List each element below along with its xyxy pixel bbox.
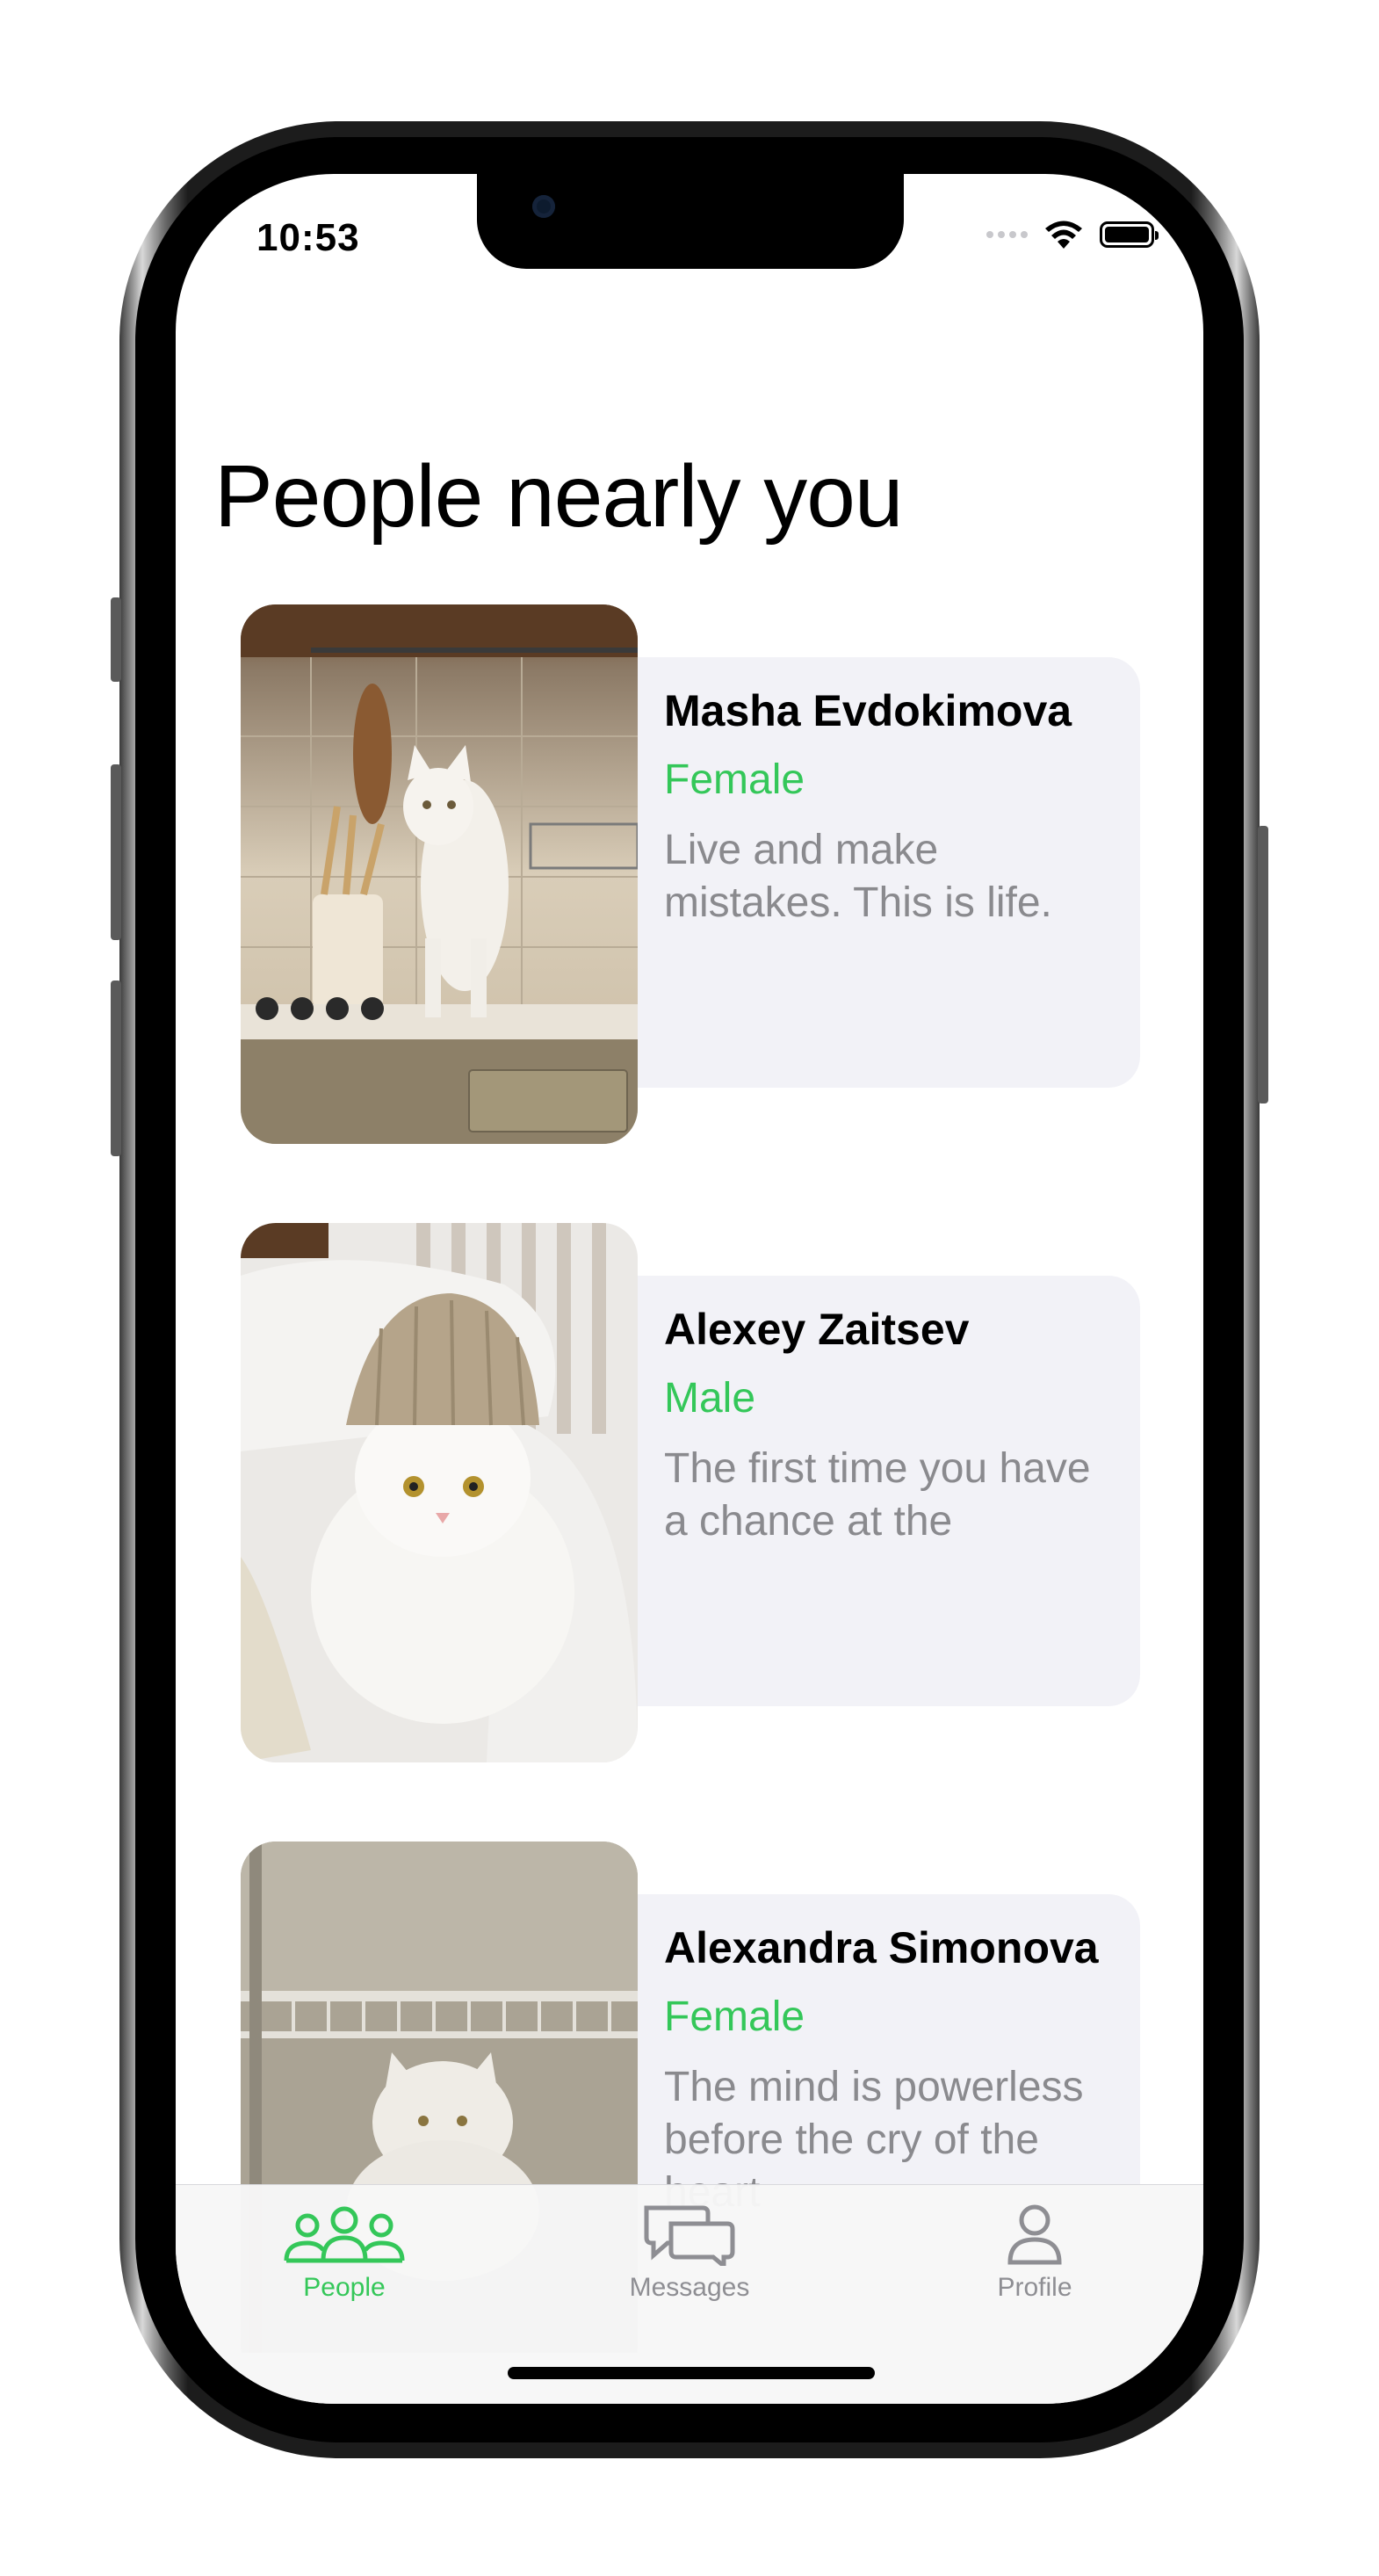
front-camera bbox=[532, 195, 555, 218]
tab-people-label: People bbox=[303, 2273, 386, 2302]
messages-icon bbox=[644, 2205, 735, 2266]
status-icons bbox=[986, 220, 1159, 250]
status-time: 10:53 bbox=[256, 216, 360, 259]
person-gender: Female bbox=[664, 756, 805, 803]
person-bio: Live and make mistakes. This is life. bbox=[664, 827, 1052, 926]
tab-people[interactable]: People bbox=[239, 2203, 450, 2303]
person-name: Alexey Zaitsev bbox=[664, 1305, 970, 1354]
tab-messages[interactable]: Messages bbox=[584, 2203, 795, 2303]
notch bbox=[477, 174, 904, 269]
mute-switch bbox=[111, 597, 121, 682]
volume-down-button bbox=[111, 980, 121, 1156]
person-photo[interactable] bbox=[241, 604, 638, 1144]
power-button bbox=[1258, 826, 1268, 1103]
people-icon bbox=[284, 2206, 405, 2263]
profile-icon bbox=[1007, 2204, 1062, 2265]
person-name: Masha Evdokimova bbox=[664, 686, 1072, 735]
people-list[interactable]: Masha Evdokimova Female Live and make mi… bbox=[176, 604, 1203, 2353]
person-card[interactable]: Masha Evdokimova Female Live and make mi… bbox=[241, 604, 1140, 1144]
tab-profile-label: Profile bbox=[997, 2273, 1072, 2302]
cellular-signal-icon bbox=[986, 231, 1028, 238]
page-title: People nearly you bbox=[214, 447, 904, 546]
tab-messages-label: Messages bbox=[629, 2273, 750, 2302]
battery-icon bbox=[1100, 221, 1159, 248]
screen: 10:53 People nearly you Masha Evdokimova… bbox=[176, 174, 1203, 2404]
home-indicator[interactable] bbox=[508, 2367, 875, 2379]
volume-up-button bbox=[111, 764, 121, 940]
person-photo[interactable] bbox=[241, 1223, 638, 1762]
person-name: Alexandra Simonova bbox=[664, 1923, 1099, 1972]
person-bio: The first time you have a chance at the bbox=[664, 1445, 1091, 1545]
person-gender: Female bbox=[664, 1994, 805, 2040]
tab-profile[interactable]: Profile bbox=[929, 2203, 1140, 2303]
wifi-icon bbox=[1045, 221, 1082, 249]
person-gender: Male bbox=[664, 1375, 756, 1422]
person-card[interactable]: Alexey Zaitsev Male The first time you h… bbox=[241, 1223, 1140, 1762]
